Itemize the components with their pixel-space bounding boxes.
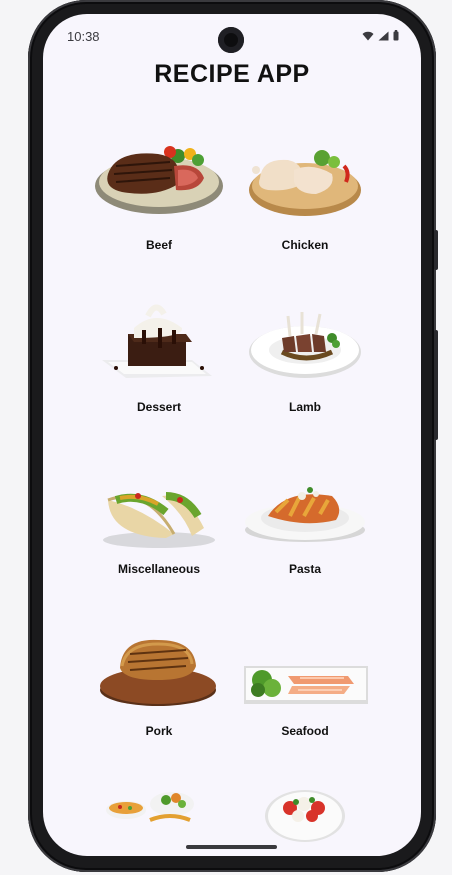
app-screen: 10:38 RECIPE APP Beef Chicken Dessert La…: [43, 14, 421, 856]
volume-button: [434, 230, 438, 270]
category-label: Pasta: [288, 562, 322, 576]
category-label: Dessert: [136, 400, 182, 414]
home-indicator[interactable]: [186, 845, 277, 849]
power-button: [434, 330, 438, 440]
category-grid: Beef Chicken Dessert Lamb Miscellaneous …: [43, 14, 421, 856]
category-label: Lamb: [288, 400, 321, 414]
category-label: Chicken: [281, 238, 329, 252]
dessert-image: [102, 304, 212, 378]
tacos-image: [103, 492, 215, 548]
category-label: Seafood: [281, 724, 329, 738]
category-label: Beef: [145, 238, 172, 252]
pasta-image: [245, 487, 365, 542]
chicken-image: [249, 150, 361, 216]
beef-steak-image: [95, 146, 223, 214]
pork-chop-image: [100, 639, 216, 706]
lamb-image: [249, 312, 361, 378]
seafood-image: [244, 666, 368, 704]
category-label: Miscellaneous: [117, 562, 201, 576]
category-label: Pork: [145, 724, 173, 738]
